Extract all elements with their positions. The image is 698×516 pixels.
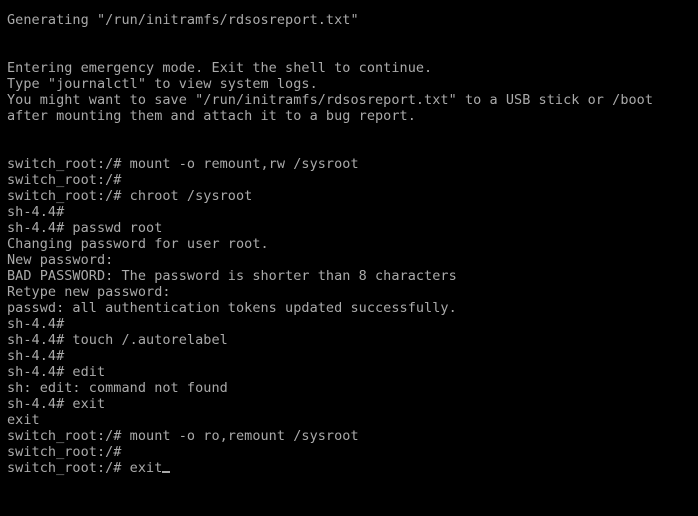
terminal-line: switch_root:/# exit xyxy=(7,460,698,476)
terminal-line: You might want to save "/run/initramfs/r… xyxy=(7,92,654,108)
terminal-line: sh-4.4# xyxy=(7,348,65,364)
text-cursor xyxy=(162,471,171,473)
terminal-line: Changing password for user root. xyxy=(7,236,269,252)
terminal-line: sh-4.4# passwd root xyxy=(7,220,163,236)
terminal-line: switch_root:/# mount -o ro,remount /sysr… xyxy=(7,428,359,444)
terminal-line: sh-4.4# xyxy=(7,316,65,332)
terminal-line: after mounting them and attach it to a b… xyxy=(7,108,416,124)
terminal-console[interactable]: Generating "/run/initramfs/rdsosreport.t… xyxy=(0,0,698,516)
terminal-line: switch_root:/# chroot /sysroot xyxy=(7,188,253,204)
terminal-line: switch_root:/# xyxy=(7,444,122,460)
terminal-line: sh-4.4# edit xyxy=(7,364,106,380)
terminal-line: New password: xyxy=(7,252,114,268)
terminal-line: Generating "/run/initramfs/rdsosreport.t… xyxy=(7,12,359,28)
terminal-line: sh-4.4# xyxy=(7,204,65,220)
terminal-line: sh: edit: command not found xyxy=(7,380,228,396)
terminal-line: Entering emergency mode. Exit the shell … xyxy=(7,60,433,76)
terminal-line: passwd: all authentication tokens update… xyxy=(7,300,457,316)
terminal-line: BAD PASSWORD: The password is shorter th… xyxy=(7,268,457,284)
terminal-line: exit xyxy=(7,412,40,428)
terminal-line: Retype new password: xyxy=(7,284,171,300)
terminal-line: Type "journalctl" to view system logs. xyxy=(7,76,318,92)
terminal-line: sh-4.4# exit xyxy=(7,396,106,412)
terminal-line: sh-4.4# touch /.autorelabel xyxy=(7,332,228,348)
terminal-line: switch_root:/# xyxy=(7,172,122,188)
terminal-line: switch_root:/# mount -o remount,rw /sysr… xyxy=(7,156,359,172)
